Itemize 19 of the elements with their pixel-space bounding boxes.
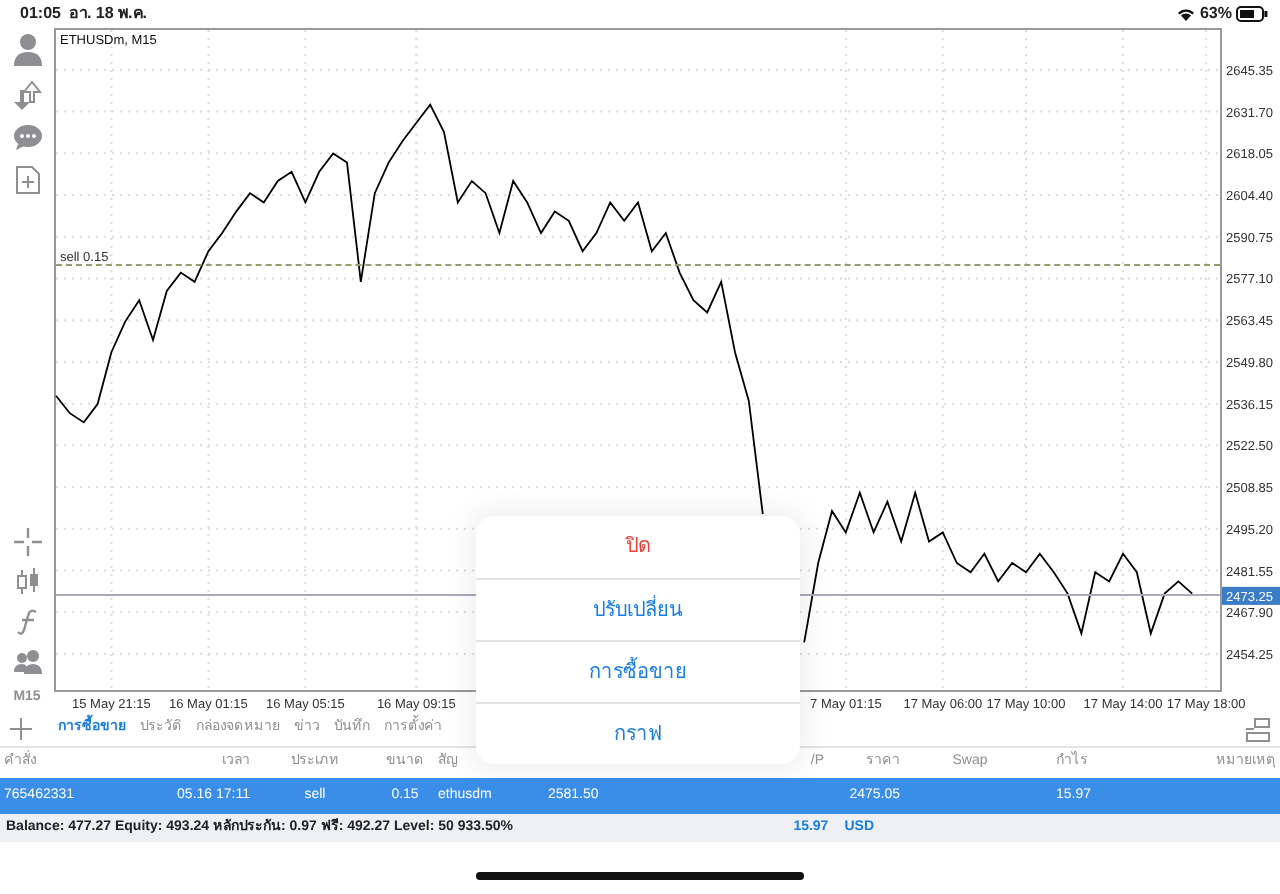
arrows-icon[interactable]	[11, 80, 43, 112]
new-document-icon[interactable]	[13, 164, 41, 196]
function-icon[interactable]	[15, 607, 39, 635]
menu-item[interactable]: ปรับเปลี่ยน	[476, 578, 800, 640]
menu-item[interactable]: การซื้อขาย	[476, 640, 800, 702]
add-icon[interactable]	[10, 718, 32, 740]
people-icon[interactable]	[11, 647, 43, 675]
wifi-icon	[1175, 6, 1196, 22]
layout-icon[interactable]	[1246, 717, 1270, 741]
status-date: อา. 18 พ.ค.	[68, 2, 147, 26]
person-icon[interactable]	[11, 32, 43, 68]
chat-icon[interactable]	[11, 124, 43, 152]
battery-icon	[1236, 6, 1268, 22]
crosshair-icon[interactable]	[13, 527, 41, 555]
status-time: 01:05	[20, 2, 61, 26]
menu-item[interactable]: กราฟ	[476, 702, 800, 764]
candlestick-icon[interactable]	[13, 567, 41, 595]
menu-item[interactable]: ปิด	[476, 516, 800, 578]
battery-percent: 63%	[1199, 2, 1232, 26]
